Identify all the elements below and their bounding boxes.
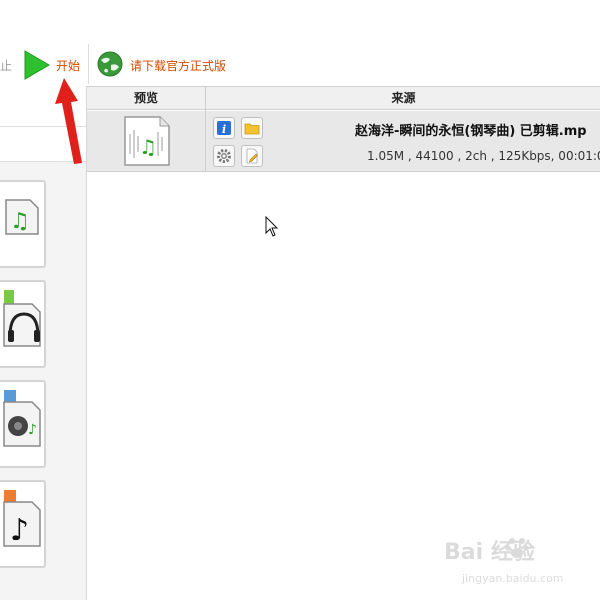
svg-text:♫: ♫ [139,135,157,159]
play-icon [24,50,50,80]
edit-file-button[interactable] [241,145,263,167]
open-folder-button[interactable] [241,117,263,139]
gear-icon [217,149,231,163]
info-button[interactable]: i [213,117,235,139]
category-label: c [0,347,1,361]
headphone-file-icon [3,290,41,347]
file-list-header: 预览 来源 [87,86,600,111]
stop-button-label[interactable]: 止 [0,57,12,74]
file-name: 赵海洋-瞬间的永恒(钢琴曲) 已剪辑.mp [355,124,587,139]
category-button-audio-2[interactable]: c [0,280,46,368]
mouse-cursor-icon [265,216,279,237]
globe-download-icon [97,51,123,77]
column-header-preview[interactable]: 预览 [87,87,206,111]
column-header-source[interactable]: 来源 [207,87,600,111]
red-arrow-annotation [55,78,82,164]
baidu-watermark: Bai 经验 jingyan.baidu.com [444,534,600,600]
preview-cell: ♫ [87,111,206,171]
folder-icon [244,123,260,135]
baidu-paw-icon [505,538,529,558]
info-icon: i [217,121,231,136]
toolbar [0,0,600,86]
music-file-icon: ♫ [5,199,39,235]
download-official-label: 请下载官方正式版 [130,59,227,73]
note-file-icon: ♪ [3,490,41,548]
svg-text:♪: ♪ [28,422,37,438]
category-button-audio-1[interactable]: ♫ [0,180,46,268]
category-button-audio-4[interactable]: ♪ [0,480,46,568]
settings-button[interactable] [213,145,235,167]
file-edit-icon [246,148,258,164]
file-list: 预览 来源 ♫ i 赵海洋-瞬间的永恒(钢琴曲) 已剪辑.mp 1.05M , … [87,86,600,600]
file-info: 1.05M , 44100 , 2ch , 125Kbps, 00:01:08 [367,149,600,163]
svg-text:♪: ♪ [10,513,29,548]
svg-text:♫: ♫ [10,209,30,234]
watermark-url: jingyan.baidu.com [462,572,564,585]
table-row[interactable]: ♫ i 赵海洋-瞬间的永恒(钢琴曲) 已剪辑.mp 1.05M , 44100 … [87,111,600,172]
speaker-file-icon: ♪ [3,390,41,447]
audio-file-thumbnail-icon: ♫ [124,116,170,166]
svg-text:i: i [222,123,226,136]
category-button-audio-3[interactable]: ♪ [0,380,46,468]
start-button-label: 开始 [56,59,81,73]
